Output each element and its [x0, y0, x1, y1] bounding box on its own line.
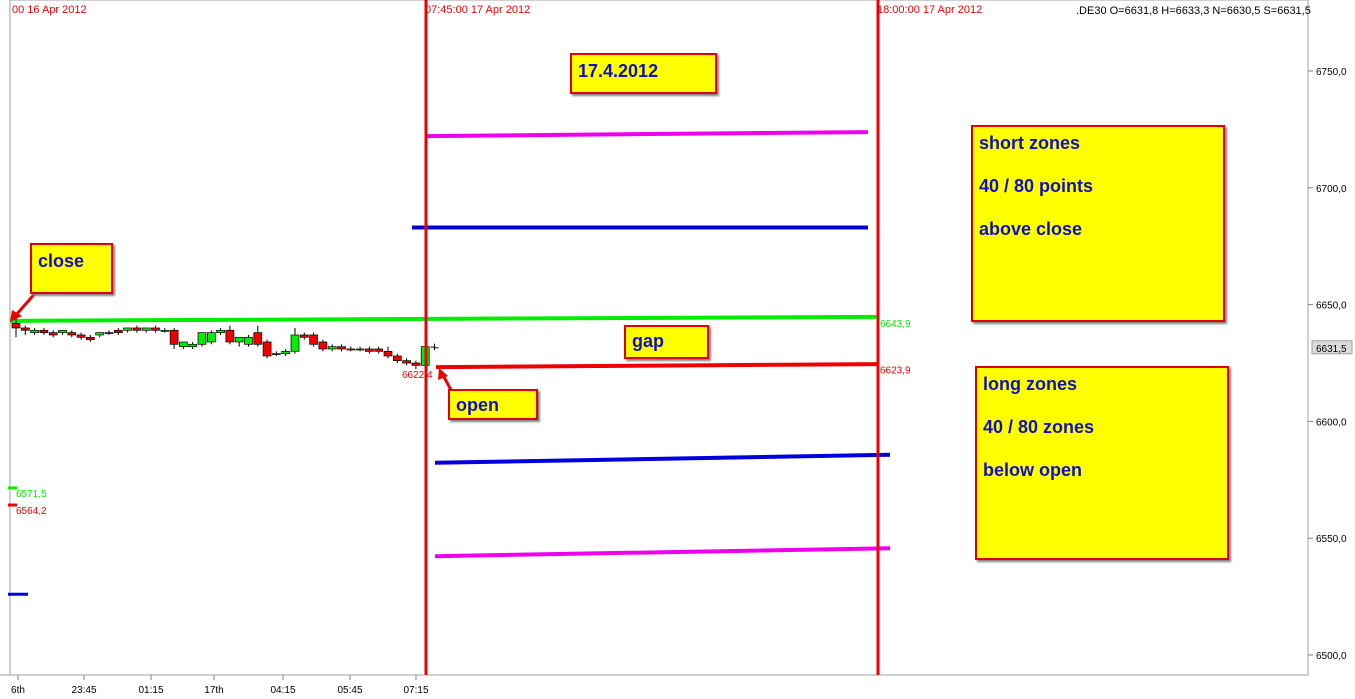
candle-body	[160, 329, 170, 332]
candle-body	[309, 334, 318, 345]
candle	[309, 332, 318, 347]
candle-body	[244, 336, 253, 345]
candle-body	[104, 332, 114, 334]
x-tick-label: 04:15	[270, 685, 295, 696]
x-tick-label: 05:45	[337, 685, 362, 696]
candle-body	[11, 322, 21, 329]
candle-body	[365, 348, 374, 352]
candle-body	[346, 348, 356, 351]
candle-body	[383, 350, 393, 357]
x-tick-label: 23:45	[71, 685, 96, 696]
candle-body	[234, 336, 244, 343]
x-axis: 6th 23:45 01:15 17th 04:15 05:45 07:15	[11, 675, 429, 696]
candle-body	[290, 334, 300, 352]
x-tick-label: 6th	[11, 685, 25, 696]
candle-body	[225, 329, 235, 343]
y-tick-label: 6700,0	[1316, 184, 1347, 195]
long-zones-title: long zones	[983, 374, 1077, 394]
y-axis: 6500,0 6550,0 6600,0 6650,0 6700,0 6750,0 6631…	[1308, 67, 1353, 662]
short-zones-ref: above close	[979, 219, 1083, 239]
candle-body	[299, 334, 309, 338]
candle-body	[355, 348, 365, 351]
current-price-label: 6631,5	[1316, 344, 1347, 355]
x-tick-label: 07:15	[403, 685, 428, 696]
candle-body	[327, 346, 337, 350]
candle-body	[411, 362, 421, 366]
candle-body	[179, 341, 188, 347]
open-level-label: 6623,9	[880, 366, 911, 377]
y-tick-label: 6600,0	[1316, 417, 1347, 428]
gap-note-text: gap	[632, 331, 665, 351]
candle	[197, 332, 207, 347]
left-marker-label: 6564,2	[16, 506, 47, 517]
candle-body	[318, 341, 328, 350]
y-tick-label: 6550,0	[1316, 534, 1347, 545]
candle-body	[20, 327, 30, 331]
candle-body	[206, 332, 216, 343]
candle	[206, 330, 216, 345]
candle-body	[169, 329, 179, 345]
close-note-text: close	[38, 251, 85, 271]
date-label-mid: 07:45:00 17 Apr 2012	[425, 4, 530, 16]
candle-body	[197, 332, 207, 345]
x-tick-label: 17th	[204, 685, 223, 696]
ohlc-readout: .DE30 O=6631,8 H=6633,3 N=6630,5 S=6631,…	[1076, 5, 1311, 17]
candle-body	[67, 332, 77, 336]
close-level-label: 6643,9	[880, 319, 911, 330]
candle-body	[272, 353, 281, 356]
candle-body	[374, 348, 384, 352]
y-tick-label: 6750,0	[1316, 67, 1347, 78]
candle-body	[76, 334, 86, 338]
candle-body	[402, 360, 411, 364]
candle-body	[216, 329, 225, 333]
candle-body	[188, 343, 198, 347]
candle-body	[123, 327, 132, 331]
candle	[262, 339, 272, 359]
gap-note: gap	[624, 325, 709, 359]
candle-body	[58, 329, 67, 333]
date-label-right: 18:00:00 17 Apr 2012	[877, 4, 982, 16]
y-tick-label: 6500,0	[1316, 651, 1347, 662]
candle-body	[337, 346, 346, 350]
long-zones-note: long zones 40 / 80 zones below open	[975, 366, 1229, 560]
candle-body	[151, 327, 160, 331]
candle-body	[262, 341, 272, 357]
left-marker-label: 6571,5	[16, 489, 47, 500]
short-zones-detail: 40 / 80 points	[979, 176, 1094, 196]
close-note: close	[30, 243, 113, 294]
candle-body	[30, 329, 39, 333]
short-zones-note: short zones 40 / 80 points above close	[971, 125, 1225, 322]
candle-body	[281, 350, 291, 355]
date-note: 17.4.2012	[570, 53, 717, 94]
candle-body	[86, 336, 95, 340]
candle-body	[95, 332, 105, 336]
candle-body	[132, 327, 142, 331]
date-label-left: 00 16 Apr 2012	[12, 4, 87, 16]
candle-body	[392, 355, 402, 362]
candle-body	[253, 332, 263, 345]
x-tick-label: 01:15	[138, 685, 163, 696]
candle-body	[113, 329, 123, 333]
long-zones-ref: below open	[983, 460, 1082, 480]
open-note: open	[448, 389, 538, 420]
open-note-text: open	[456, 395, 499, 415]
long-zones-detail: 40 / 80 zones	[983, 417, 1095, 437]
low-label: 6622,4	[402, 370, 433, 381]
candle-body	[39, 329, 49, 333]
short-zones-title: short zones	[979, 133, 1081, 153]
date-note-text: 17.4.2012	[578, 61, 659, 81]
y-tick-label: 6650,0	[1316, 301, 1347, 312]
candle-body	[141, 327, 151, 331]
candle-body	[48, 332, 58, 336]
